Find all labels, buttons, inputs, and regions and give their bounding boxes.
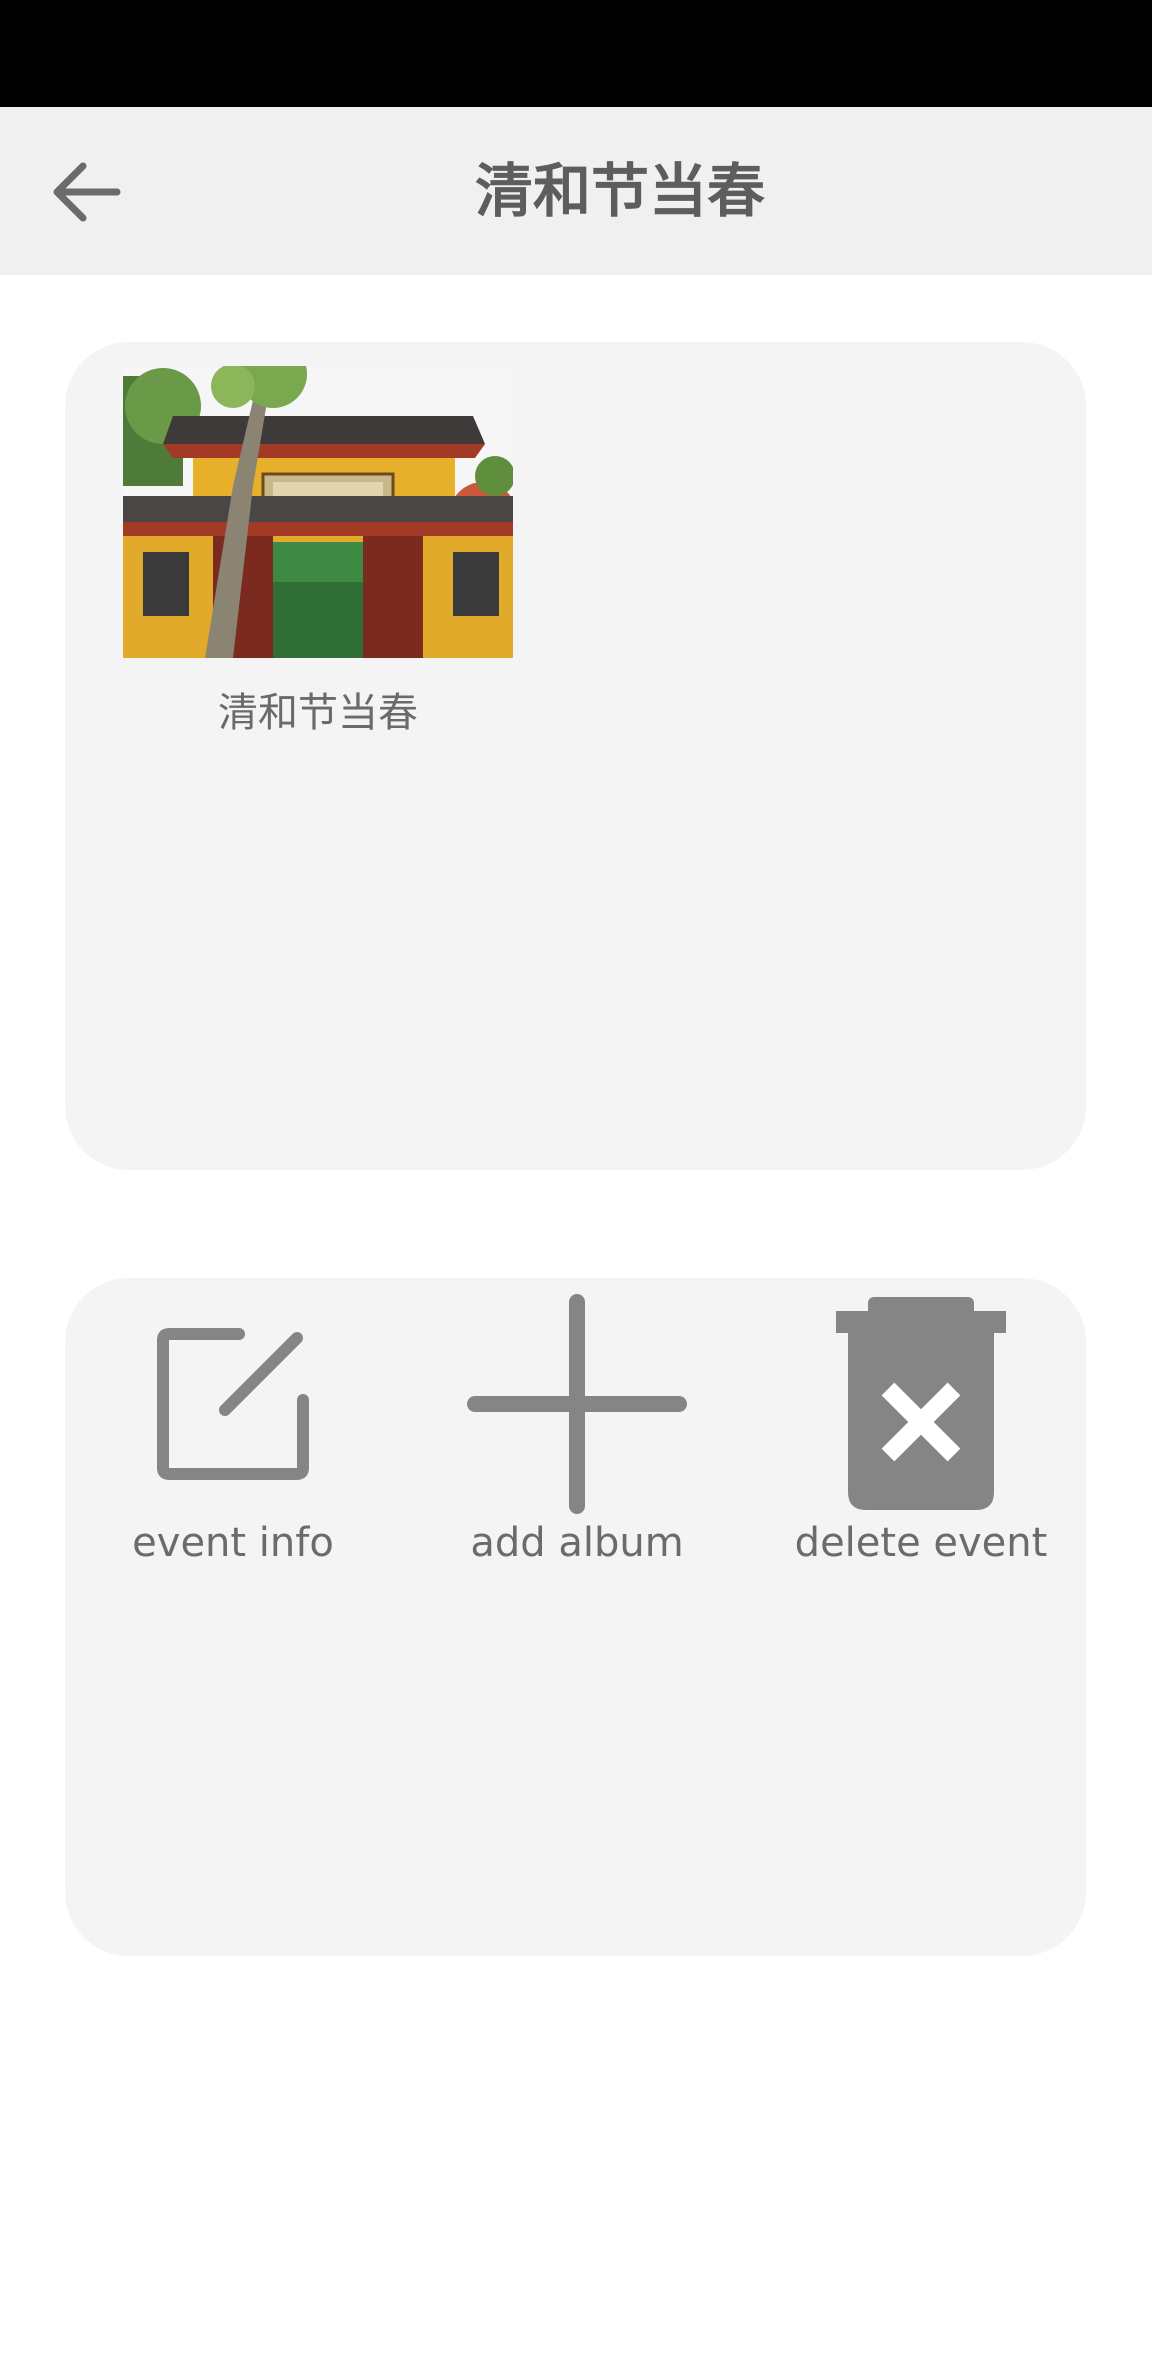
album-title: 清和节当春 [218,690,418,736]
edit-icon [157,1328,309,1480]
add-album-label: add album [470,1520,684,1566]
album-item[interactable]: 清和节当春 [123,366,513,738]
trash-x-icon [836,1296,1006,1510]
arrow-left-icon [53,162,121,222]
delete-event-button[interactable]: delete event [771,1294,1071,1566]
album-thumbnail [123,366,513,658]
back-button[interactable] [30,142,140,242]
delete-event-label: delete event [794,1520,1048,1566]
album-list-card: 清和节当春 [65,342,1086,1170]
plus-icon [467,1294,687,1514]
add-album-button[interactable]: add album [427,1294,727,1566]
app-bar: 清和节当春 [0,107,1152,275]
page-title: 清和节当春 [474,157,765,225]
event-info-label: event info [132,1520,334,1566]
status-bar [0,0,1152,107]
actions-card: event info add album delete event [65,1278,1086,1956]
event-info-button[interactable]: event info [83,1294,383,1566]
